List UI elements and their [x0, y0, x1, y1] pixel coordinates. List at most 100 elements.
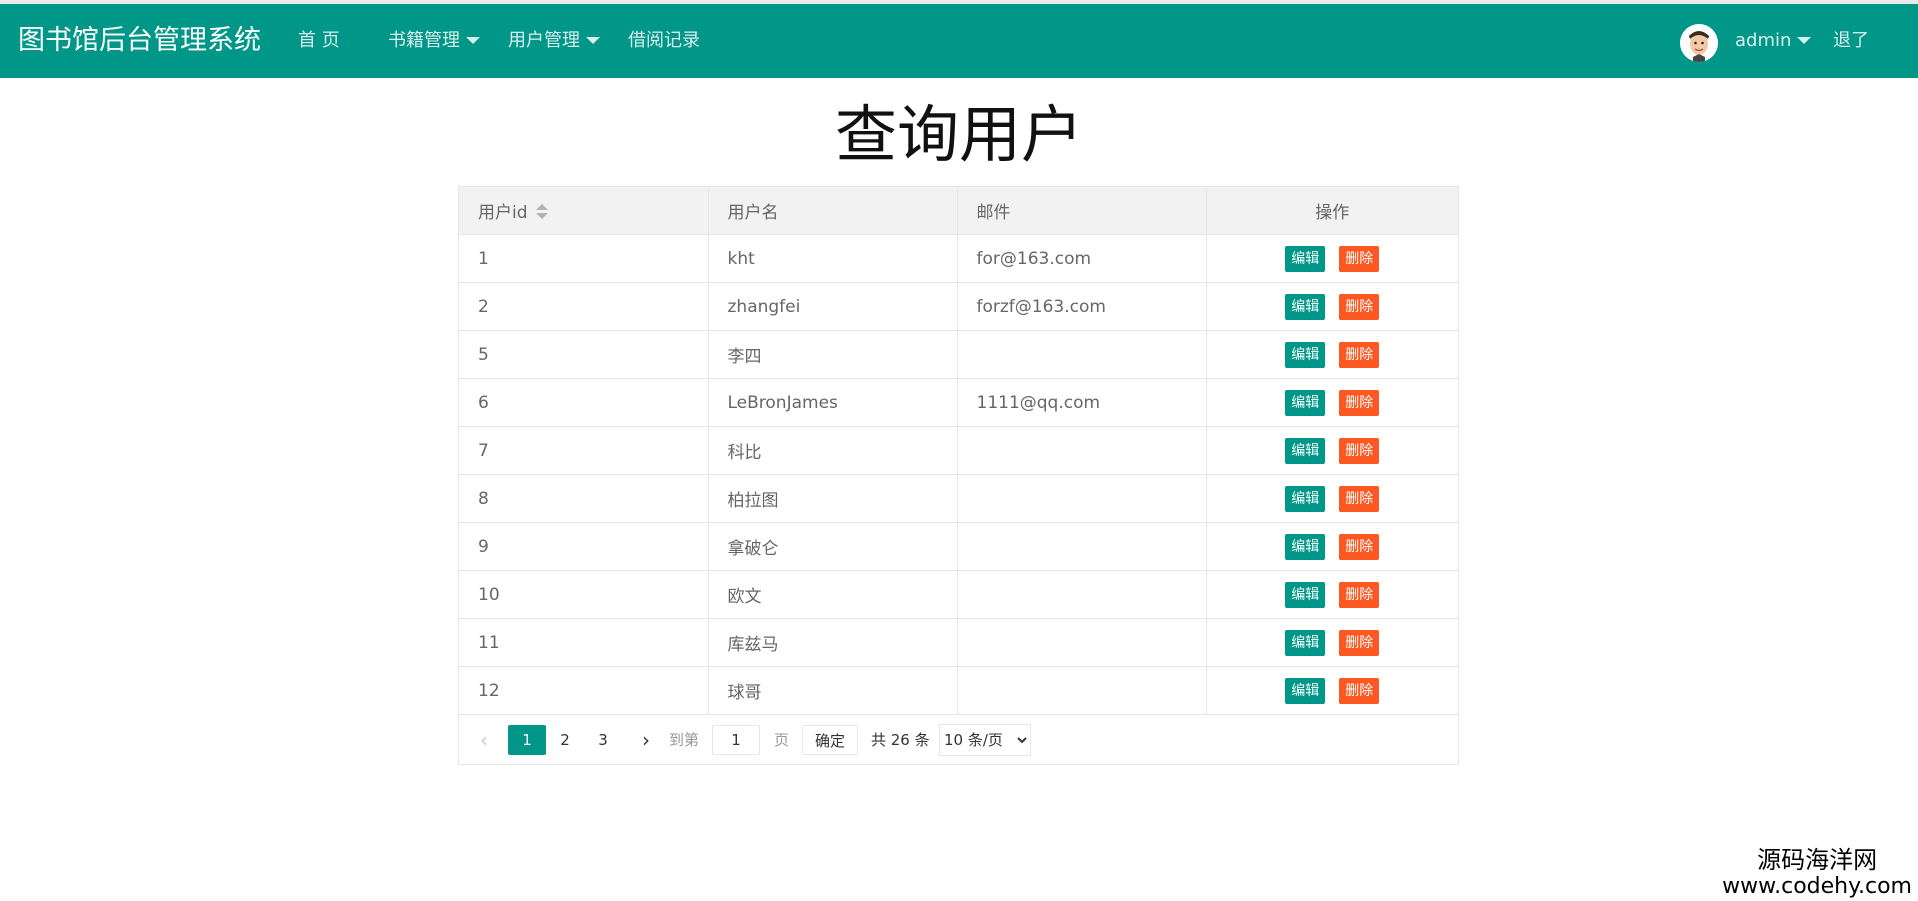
cell-username: 拿破仑: [708, 522, 958, 571]
caret-down-icon: [1797, 36, 1812, 44]
column-header-email: 邮件: [957, 187, 1207, 235]
cell-user-id: 9: [459, 522, 709, 571]
cell-username: 科比: [708, 426, 958, 475]
table-row: 6 LeBronJames 1111@qq.com 编辑 删除: [459, 378, 1458, 427]
delete-button[interactable]: 删除: [1339, 389, 1380, 416]
cell-actions: 编辑 删除: [1206, 522, 1458, 571]
caret-down-icon: [466, 36, 480, 44]
column-header-username: 用户名: [708, 187, 958, 235]
edit-button[interactable]: 编辑: [1285, 485, 1326, 512]
cell-email: [957, 426, 1207, 475]
cell-actions: 编辑 删除: [1206, 378, 1458, 427]
edit-button[interactable]: 编辑: [1285, 677, 1326, 704]
brand-title: 图书馆后台管理系统: [18, 25, 261, 56]
table-row: 12 球哥 编辑 删除: [459, 666, 1458, 715]
cell-actions: 编辑 删除: [1206, 282, 1458, 331]
cell-username: 李四: [708, 330, 958, 379]
delete-button[interactable]: 删除: [1339, 677, 1380, 704]
column-header-id[interactable]: 用户id: [459, 187, 709, 235]
users-table: 用户id 用户名 邮件 操作 1 kht for@163.com 编辑 删除 2 zhang…: [458, 186, 1459, 765]
table-row: 9 拿破仑 编辑 删除: [459, 522, 1458, 571]
delete-button[interactable]: 删除: [1339, 581, 1380, 608]
cell-user-id: 6: [459, 378, 709, 427]
page-size-select[interactable]: 10 条/页: [939, 724, 1031, 756]
watermark: 源码海洋网 www.codehy.com: [1722, 846, 1912, 900]
cell-username: zhangfei: [708, 282, 958, 331]
avatar-face-icon: [1680, 24, 1718, 62]
delete-button[interactable]: 删除: [1339, 341, 1380, 368]
cell-user-id: 10: [459, 570, 709, 619]
cell-username: 库兹马: [708, 618, 958, 667]
nav-books-menu[interactable]: 书籍管理: [388, 4, 480, 78]
user-name: admin: [1735, 30, 1792, 51]
page-unit-label: 页: [774, 731, 790, 749]
cell-username: kht: [708, 234, 958, 283]
delete-button[interactable]: 删除: [1339, 293, 1380, 320]
edit-button[interactable]: 编辑: [1285, 581, 1326, 608]
cell-email: forzf@163.com: [957, 282, 1207, 331]
table-row: 2 zhangfei forzf@163.com 编辑 删除: [459, 282, 1458, 331]
cell-user-id: 7: [459, 426, 709, 475]
edit-button[interactable]: 编辑: [1285, 437, 1326, 464]
table-header-row: 用户id 用户名 邮件 操作: [459, 187, 1458, 235]
column-header-actions: 操作: [1206, 187, 1458, 235]
delete-button[interactable]: 删除: [1339, 245, 1380, 272]
header-bar: 图书馆后台管理系统 首 页 书籍管理 用户管理 借阅记录 admin 退了: [0, 4, 1918, 78]
cell-actions: 编辑 删除: [1206, 330, 1458, 379]
nav-books-label: 书籍管理: [388, 30, 460, 51]
logout-link[interactable]: 退了: [1833, 4, 1869, 78]
nav-borrow-records[interactable]: 借阅记录: [628, 4, 700, 78]
nav-users-menu[interactable]: 用户管理: [508, 4, 600, 78]
cell-user-id: 2: [459, 282, 709, 331]
total-count: 共 26 条: [871, 731, 930, 749]
table-row: 10 欧文 编辑 删除: [459, 570, 1458, 619]
watermark-line2: www.codehy.com: [1722, 874, 1912, 899]
cell-actions: 编辑 删除: [1206, 666, 1458, 715]
cell-actions: 编辑 删除: [1206, 618, 1458, 667]
edit-button[interactable]: 编辑: [1285, 245, 1326, 272]
pagination: ‹ 1 2 3 › 到第 页 确定 共 26 条 10 条/页: [459, 715, 1458, 764]
delete-button[interactable]: 删除: [1339, 533, 1380, 560]
cell-user-id: 8: [459, 474, 709, 523]
nav-home[interactable]: 首 页: [298, 4, 340, 78]
delete-button[interactable]: 删除: [1339, 437, 1380, 464]
page-number-2[interactable]: 2: [546, 725, 584, 755]
page-number-3[interactable]: 3: [584, 725, 622, 755]
cell-email: [957, 330, 1207, 379]
confirm-goto-button[interactable]: 确定: [802, 725, 858, 755]
table-row: 5 李四 编辑 删除: [459, 330, 1458, 379]
next-page-icon[interactable]: ›: [633, 725, 659, 755]
delete-button[interactable]: 删除: [1339, 485, 1380, 512]
table-row: 11 库兹马 编辑 删除: [459, 618, 1458, 667]
delete-button[interactable]: 删除: [1339, 629, 1380, 656]
cell-email: 1111@qq.com: [957, 378, 1207, 427]
cell-email: [957, 618, 1207, 667]
edit-button[interactable]: 编辑: [1285, 341, 1326, 368]
edit-button[interactable]: 编辑: [1285, 293, 1326, 320]
cell-actions: 编辑 删除: [1206, 570, 1458, 619]
page-number-1[interactable]: 1: [508, 725, 546, 755]
caret-down-icon: [586, 36, 600, 44]
cell-actions: 编辑 删除: [1206, 234, 1458, 283]
user-menu[interactable]: admin: [1735, 4, 1812, 78]
cell-email: [957, 474, 1207, 523]
cell-username: 欧文: [708, 570, 958, 619]
cell-actions: 编辑 删除: [1206, 426, 1458, 475]
watermark-line1: 源码海洋网: [1757, 846, 1878, 874]
goto-page-input[interactable]: [712, 725, 760, 755]
cell-user-id: 5: [459, 330, 709, 379]
users-table-grid: 用户id 用户名 邮件 操作 1 kht for@163.com 编辑 删除 2 zhang…: [459, 187, 1458, 715]
sort-icon[interactable]: [535, 203, 548, 221]
edit-button[interactable]: 编辑: [1285, 389, 1326, 416]
page-title: 查询用户: [834, 98, 1083, 171]
table-body: 1 kht for@163.com 编辑 删除 2 zhangfei forzf@163.co…: [459, 234, 1458, 715]
nav-users-label: 用户管理: [508, 30, 580, 51]
avatar[interactable]: [1680, 24, 1718, 62]
column-header-id-label: 用户id: [478, 203, 528, 223]
edit-button[interactable]: 编辑: [1285, 629, 1326, 656]
table-row: 8 柏拉图 编辑 删除: [459, 474, 1458, 523]
prev-page-icon[interactable]: ‹: [471, 725, 497, 755]
edit-button[interactable]: 编辑: [1285, 533, 1326, 560]
table-row: 1 kht for@163.com 编辑 删除: [459, 234, 1458, 283]
cell-username: LeBronJames: [708, 378, 958, 427]
